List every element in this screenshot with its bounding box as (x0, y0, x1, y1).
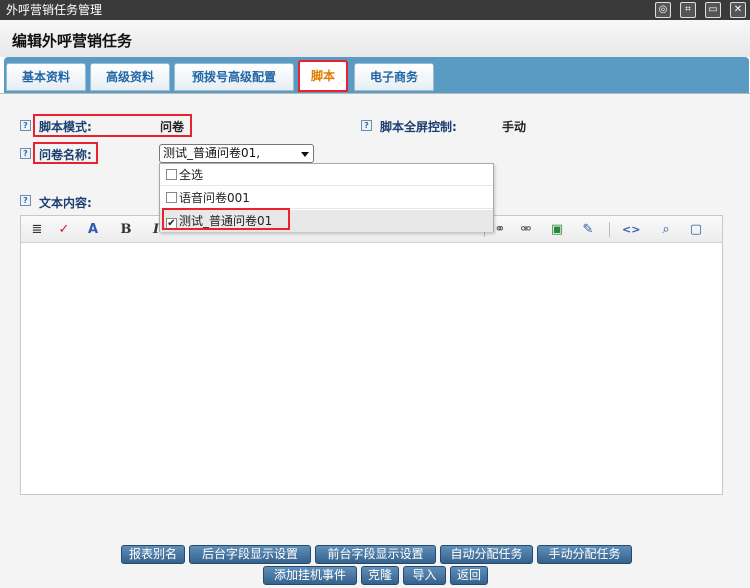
help-icon[interactable]: ? (20, 195, 31, 206)
toolbar-separator (609, 222, 610, 237)
report-alias-button[interactable]: 报表别名 (121, 545, 185, 564)
option-label: 全选 (179, 168, 204, 182)
fullscreen-control-value: 手动 (502, 120, 527, 134)
clone-button[interactable]: 克隆 (361, 566, 399, 585)
back-button[interactable]: 返回 (450, 566, 488, 585)
frontend-field-display-button[interactable]: 前台字段显示设置 (315, 545, 436, 564)
questionnaire-select[interactable]: 测试_普通问卷01, (159, 144, 314, 163)
tab-predial-config[interactable]: 预拨号高级配置 (174, 63, 294, 91)
window-controls: ◎ ⌗ ▭ ✕ (655, 2, 746, 18)
window-title: 外呼营销任务管理 (6, 3, 103, 17)
fullscreen-icon[interactable]: ▢ (687, 221, 705, 239)
dropdown-option-select-all[interactable]: 全选 (160, 164, 493, 186)
chevron-down-icon (301, 152, 309, 157)
image-icon[interactable]: ▣ (548, 221, 566, 239)
help-icon[interactable]: ? (361, 120, 372, 131)
bold-icon[interactable]: B (117, 221, 135, 239)
tab-ecommerce[interactable]: 电子商务 (354, 63, 434, 91)
selected-option-highlight (162, 208, 290, 230)
dropdown-option-voice-questionnaire[interactable]: 语音问卷001 (160, 187, 493, 209)
import-button[interactable]: 导入 (403, 566, 446, 585)
backend-field-display-button[interactable]: 后台字段显示设置 (189, 545, 311, 564)
window-restore-icon[interactable]: ▭ (705, 2, 721, 18)
spellcheck-icon[interactable]: ✓ (55, 221, 73, 239)
window-titlebar: 外呼营销任务管理 ◎ ⌗ ▭ ✕ (0, 0, 750, 20)
window-target-icon[interactable]: ◎ (655, 2, 671, 18)
source-code-icon[interactable]: <> (622, 221, 640, 239)
manual-assign-task-button[interactable]: 手动分配任务 (537, 545, 632, 564)
window-maximize-icon[interactable]: ⌗ (680, 2, 696, 18)
tab-bar: 基本资料 高级资料 预拨号高级配置 脚本 电子商务 (4, 57, 749, 93)
auto-assign-task-button[interactable]: 自动分配任务 (440, 545, 533, 564)
add-hangup-event-button[interactable]: 添加挂机事件 (263, 566, 357, 585)
checkbox[interactable] (166, 169, 177, 180)
questionnaire-label: 问卷名称: (39, 148, 92, 162)
checkbox[interactable] (166, 192, 177, 203)
option-label: 语音问卷001 (179, 191, 250, 205)
font-color-icon[interactable]: A (84, 221, 102, 239)
unlink-icon[interactable]: ⚮ (517, 221, 535, 239)
help-icon[interactable]: ? (20, 148, 31, 159)
script-mode-label: 脚本模式: (39, 120, 92, 134)
fullscreen-control-label: 脚本全屏控制: (380, 120, 457, 134)
edit-icon[interactable]: ✎ (579, 221, 597, 239)
rich-text-editor[interactable]: ≣ ✓ A B I ⚭ ⚮ ▣ ✎ <> ⌕ ▢ (20, 215, 723, 495)
tab-advanced-info[interactable]: 高级资料 (90, 63, 170, 91)
format-icon[interactable]: ≣ (28, 221, 46, 239)
page-title: 编辑外呼营销任务 (12, 32, 133, 50)
questionnaire-selected-value: 测试_普通问卷01, (163, 146, 261, 160)
help-icon[interactable]: ? (20, 120, 31, 131)
page-header: 编辑外呼营销任务 (0, 20, 750, 57)
tab-basic-info[interactable]: 基本资料 (6, 63, 86, 91)
tab-script[interactable]: 脚本 (298, 60, 348, 92)
preview-icon[interactable]: ⌕ (657, 221, 675, 239)
text-content-label: 文本内容: (39, 196, 92, 210)
window-close-icon[interactable]: ✕ (730, 2, 746, 18)
script-mode-value: 问卷 (160, 120, 185, 134)
